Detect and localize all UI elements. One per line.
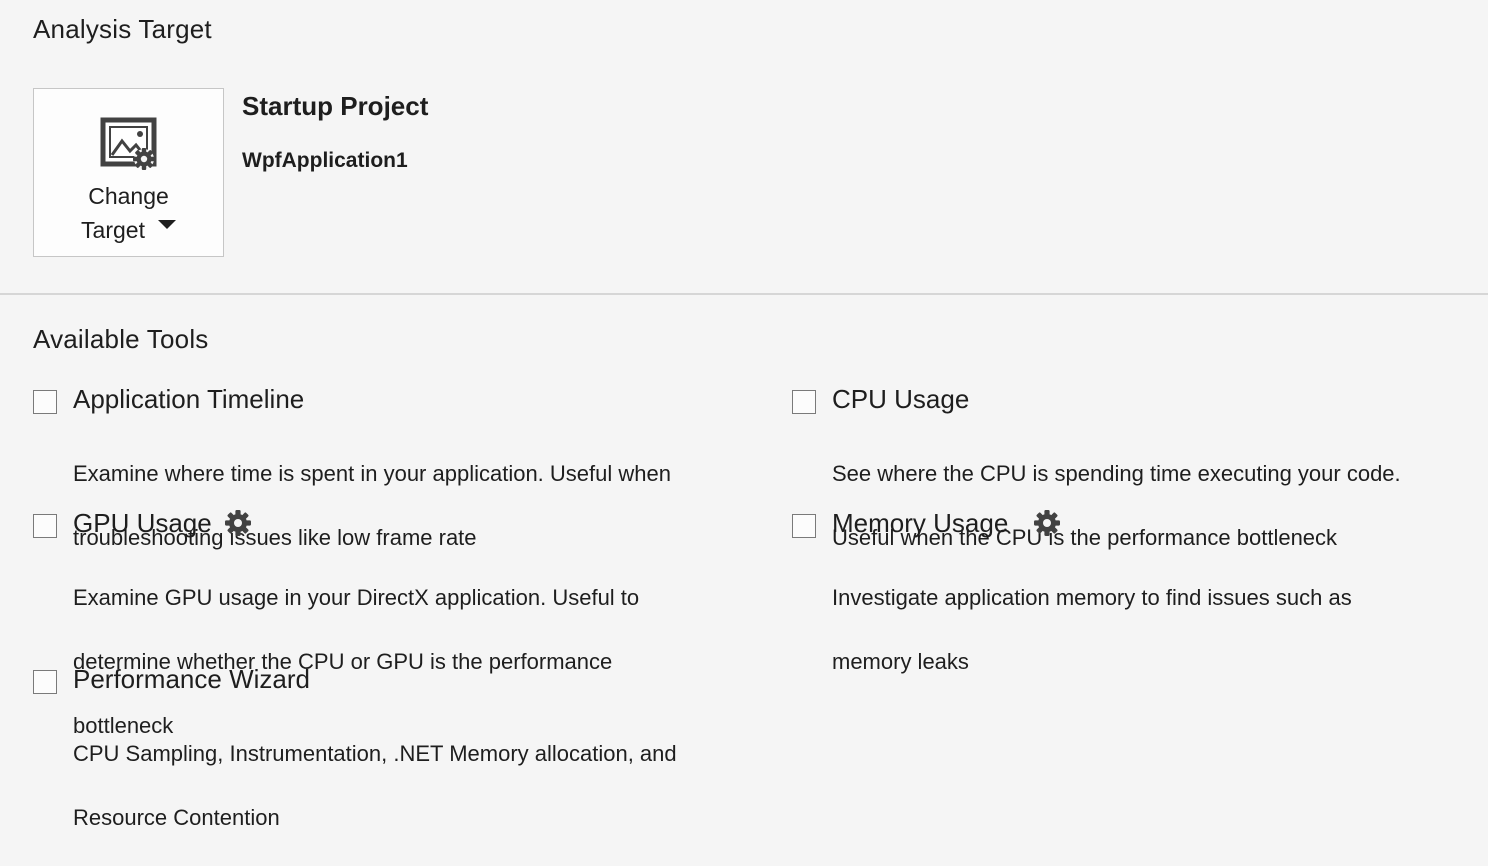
application-timeline-label[interactable]: Application Timeline <box>73 384 304 415</box>
gpu-usage-label[interactable]: GPU Usage <box>73 508 212 539</box>
change-target-label-line2-wrap: Target <box>81 213 176 247</box>
change-target-label-line1: Change <box>88 183 169 209</box>
gpu-usage-checkbox[interactable] <box>33 514 57 538</box>
dropdown-caret-icon <box>157 219 176 229</box>
performance-wizard-description: CPU Sampling, Instrumentation, .NET Memo… <box>73 706 677 866</box>
tool-gpu-usage: GPU Usage Examine GPU usage in your Dire… <box>33 508 753 738</box>
section-divider <box>0 293 1488 295</box>
performance-wizard-checkbox[interactable] <box>33 670 57 694</box>
startup-project-value: WpfApplication1 <box>242 149 408 172</box>
tool-performance-wizard: Performance Wizard CPU Sampling, Instrum… <box>33 664 753 830</box>
tool-application-timeline: Application Timeline Examine where time … <box>33 384 753 550</box>
memory-usage-label[interactable]: Memory Usage <box>832 508 1008 539</box>
change-target-label-line2: Target <box>81 217 145 243</box>
description-line: CPU Sampling, Instrumentation, .NET Memo… <box>73 741 677 766</box>
description-line: Investigate application memory to find i… <box>832 585 1352 610</box>
startup-project-heading: Startup Project <box>242 91 429 121</box>
cpu-usage-label[interactable]: CPU Usage <box>832 384 969 415</box>
memory-usage-settings-gear-icon[interactable] <box>1032 508 1062 538</box>
tool-memory-usage: Memory Usage Investigate application mem… <box>792 508 1472 674</box>
cpu-usage-checkbox[interactable] <box>792 390 816 414</box>
application-timeline-checkbox[interactable] <box>33 390 57 414</box>
description-line: Resource Contention <box>73 805 280 830</box>
tool-cpu-usage: CPU Usage See where the CPU is spending … <box>792 384 1472 550</box>
change-target-icon <box>100 117 157 170</box>
memory-usage-description: Investigate application memory to find i… <box>832 550 1352 710</box>
change-target-label: Change Target <box>34 179 223 247</box>
memory-usage-checkbox[interactable] <box>792 514 816 538</box>
description-line: Examine GPU usage in your DirectX applic… <box>73 585 640 610</box>
available-tools-title: Available Tools <box>33 324 209 354</box>
analysis-target-title: Analysis Target <box>33 14 212 44</box>
gpu-usage-settings-gear-icon[interactable] <box>223 508 253 538</box>
description-line: memory leaks <box>832 649 969 674</box>
change-target-button[interactable]: Change Target <box>33 88 224 257</box>
description-line: Examine where time is spent in your appl… <box>73 461 671 486</box>
description-line: See where the CPU is spending time execu… <box>832 461 1401 486</box>
performance-wizard-label[interactable]: Performance Wizard <box>73 664 310 695</box>
